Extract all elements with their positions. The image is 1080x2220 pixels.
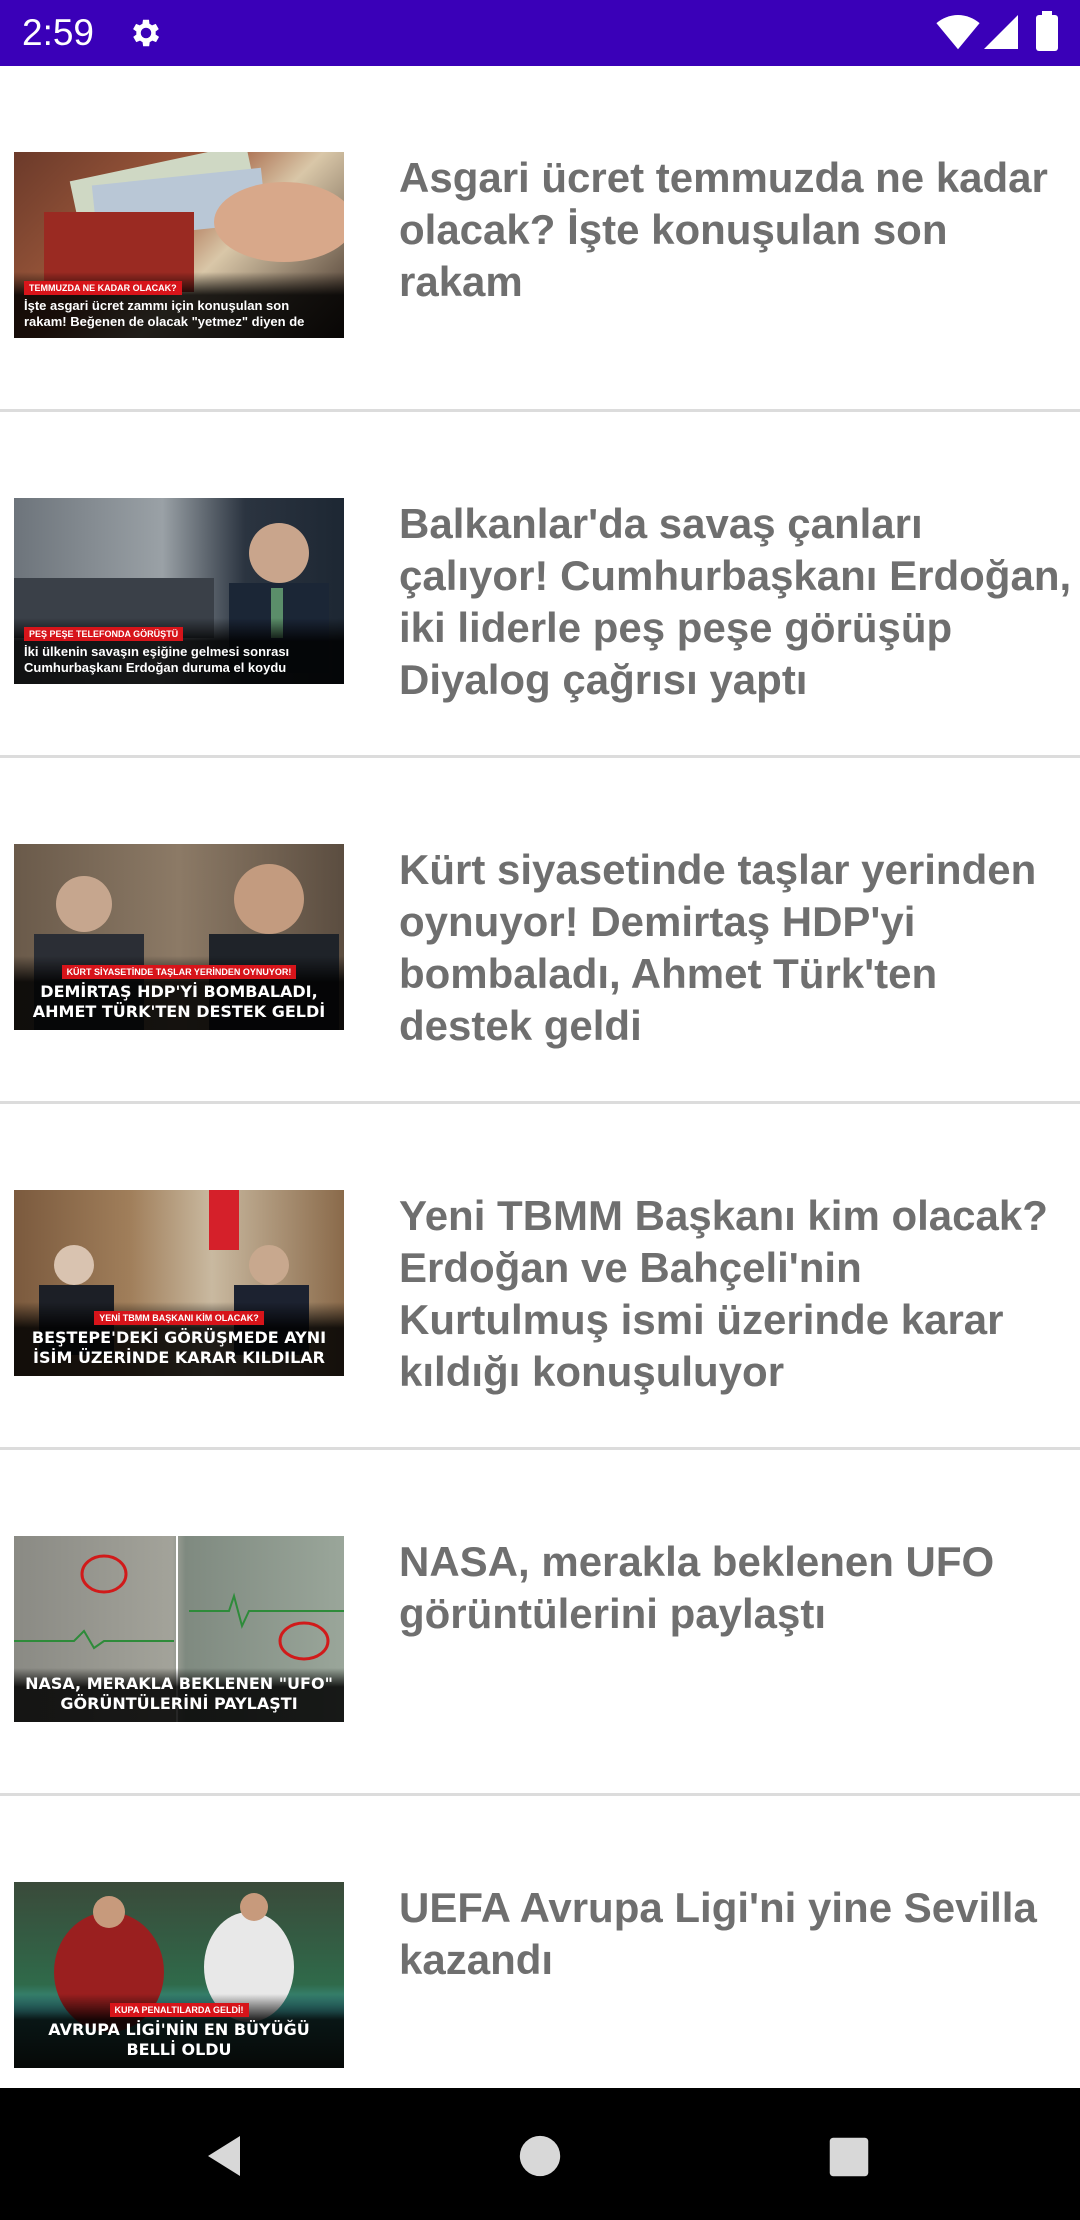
news-item[interactable]: PEŞ PEŞE TELEFONDA GÖRÜŞTÜ İki ülkenin s… [0, 412, 1080, 758]
news-item[interactable]: NASA, MERAKLA BEKLENEN "UFO" GÖRÜNTÜLERİ… [0, 1450, 1080, 1796]
thumbnail-text: DEMİRTAŞ HDP'Yİ BOMBALADI, AHMET TÜRK'TE… [32, 982, 326, 1021]
thumbnail-caption: NASA, MERAKLA BEKLENEN "UFO" GÖRÜNTÜLERİ… [14, 1668, 344, 1722]
back-icon[interactable] [200, 2132, 248, 2180]
thumbnail-tag: TEMMUZDA NE KADAR OLACAK? [24, 281, 182, 295]
news-headline[interactable]: Yeni TBMM Başkanı kim olacak? Erdoğan ve… [399, 1190, 1075, 1398]
thumbnail-tag: KÜRT SİYASETİNDE TAŞLAR YERİNDEN OYNUYOR… [61, 965, 297, 979]
thumbnail-text: NASA, MERAKLA BEKLENEN "UFO" GÖRÜNTÜLERİ… [25, 1674, 333, 1713]
news-headline[interactable]: Balkanlar'da savaş çanları çalıyor! Cumh… [399, 498, 1075, 706]
news-headline[interactable]: UEFA Avrupa Ligi'ni yine Sevilla kazandı [399, 1882, 1075, 1986]
signal-icon [984, 15, 1018, 49]
thumbnail-tag: PEŞ PEŞE TELEFONDA GÖRÜŞTÜ [24, 627, 184, 641]
news-headline[interactable]: NASA, merakla beklenen UFO görüntülerini… [399, 1536, 1075, 1640]
status-time: 2:59 [22, 12, 95, 53]
thumbnail-text: AVRUPA LİGİ'NİN EN BÜYÜĞÜ BELLİ OLDU [48, 2020, 310, 2059]
news-thumbnail: KUPA PENALTILARDA GELDİ! AVRUPA LİGİ'NİN… [14, 1882, 344, 2068]
wifi-icon [936, 15, 980, 50]
thumbnail-tag: KUPA PENALTILARDA GELDİ! [109, 2003, 249, 2017]
recents-icon[interactable] [828, 2136, 870, 2178]
thumbnail-caption: KÜRT SİYASETİNDE TAŞLAR YERİNDEN OYNUYOR… [14, 956, 344, 1030]
thumbnail-caption: KUPA PENALTILARDA GELDİ! AVRUPA LİGİ'NİN… [14, 1994, 344, 2068]
news-thumbnail: PEŞ PEŞE TELEFONDA GÖRÜŞTÜ İki ülkenin s… [14, 498, 344, 684]
navigation-bar [0, 2088, 1080, 2220]
battery-icon [1036, 11, 1058, 51]
status-bar: 2:59 [0, 0, 1080, 66]
thumbnail-caption: TEMMUZDA NE KADAR OLACAK? İşte asgari üc… [14, 272, 344, 338]
thumbnail-caption: YENİ TBMM BAŞKANI KİM OLACAK? BEŞTEPE'DE… [14, 1302, 344, 1376]
news-headline[interactable]: Asgari ücret temmuzda ne kadar olacak? İ… [399, 152, 1075, 308]
thumbnail-caption: PEŞ PEŞE TELEFONDA GÖRÜŞTÜ İki ülkenin s… [14, 618, 344, 684]
news-feed: TEMMUZDA NE KADAR OLACAK? İşte asgari üc… [0, 66, 1080, 2142]
news-item[interactable]: TEMMUZDA NE KADAR OLACAK? İşte asgari üc… [0, 66, 1080, 412]
home-icon[interactable] [518, 2134, 562, 2178]
thumbnail-text: BEŞTEPE'DEKİ GÖRÜŞMEDE AYNI İSİM ÜZERİND… [31, 1328, 327, 1367]
news-thumbnail: NASA, MERAKLA BEKLENEN "UFO" GÖRÜNTÜLERİ… [14, 1536, 344, 1722]
thumbnail-tag: YENİ TBMM BAŞKANI KİM OLACAK? [94, 1311, 264, 1325]
gear-icon [133, 19, 160, 47]
thumbnail-text: İşte asgari ücret zammı için konuşulan s… [24, 298, 305, 329]
thumbnail-text: İki ülkenin savaşın eşiğine gelmesi sonr… [24, 644, 290, 675]
news-thumbnail: TEMMUZDA NE KADAR OLACAK? İşte asgari üc… [14, 152, 344, 338]
news-headline[interactable]: Kürt siyasetinde taşlar yerinden oynuyor… [399, 844, 1075, 1052]
news-item[interactable]: KÜRT SİYASETİNDE TAŞLAR YERİNDEN OYNUYOR… [0, 758, 1080, 1104]
news-thumbnail: KÜRT SİYASETİNDE TAŞLAR YERİNDEN OYNUYOR… [14, 844, 344, 1030]
news-thumbnail: YENİ TBMM BAŞKANI KİM OLACAK? BEŞTEPE'DE… [14, 1190, 344, 1376]
news-item[interactable]: YENİ TBMM BAŞKANI KİM OLACAK? BEŞTEPE'DE… [0, 1104, 1080, 1450]
